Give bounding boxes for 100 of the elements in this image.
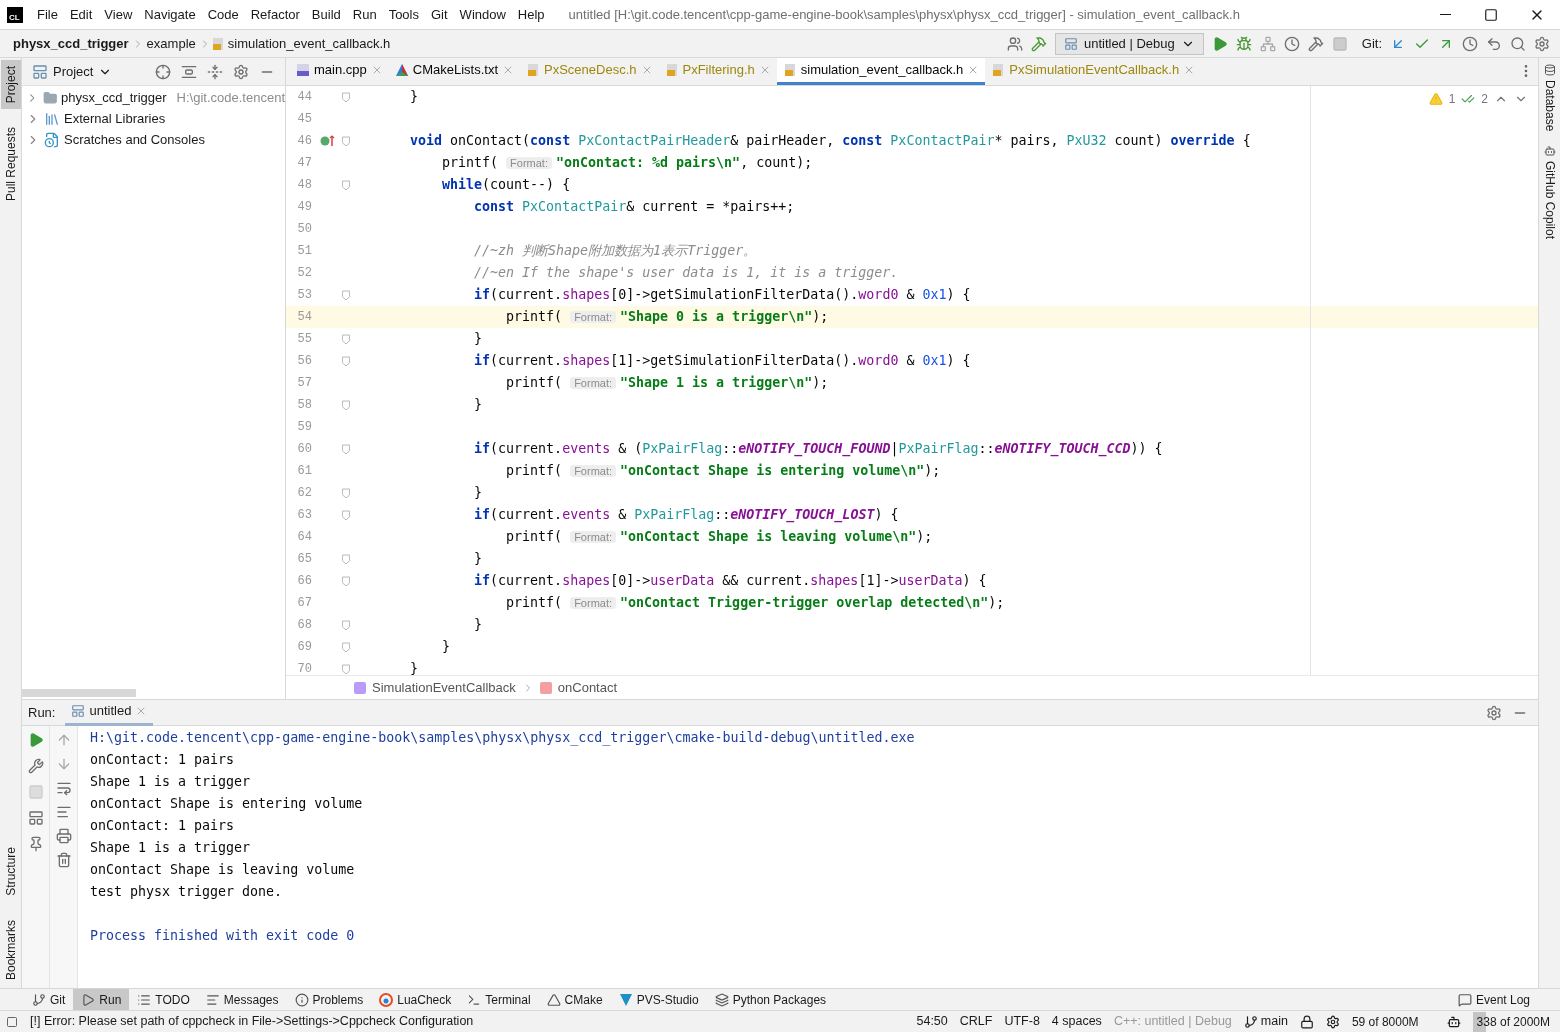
tool-window-button[interactable]: Git	[24, 988, 74, 1011]
fold-icon[interactable]	[342, 641, 350, 653]
list-icon	[137, 992, 152, 1007]
line-separator[interactable]: CRLF	[959, 1012, 993, 1031]
menu-item[interactable]: Run	[346, 4, 383, 25]
fold-icon[interactable]	[342, 575, 350, 587]
users-icon[interactable]	[1006, 35, 1023, 52]
fold-icon[interactable]	[342, 91, 350, 103]
tool-window-button[interactable]: LuaCheck	[371, 988, 460, 1011]
tool-window-button[interactable]: Run	[73, 988, 130, 1011]
breadcrumb[interactable]: physx_ccd_trigger	[10, 33, 132, 54]
fold-icon[interactable]	[342, 619, 350, 631]
rollback-icon[interactable]	[1486, 35, 1502, 52]
fold-icon[interactable]	[342, 487, 350, 499]
caret-position[interactable]: 54:50	[916, 1012, 948, 1031]
editor-tab[interactable]: simulation_event_callback.h	[776, 58, 986, 85]
menu-item[interactable]: Edit	[63, 4, 99, 25]
fold-icon[interactable]	[342, 663, 350, 675]
code-text: if(current.events & PxPairFlag::eNOTIFY_TOUCH_LOST) {	[473, 506, 899, 525]
print-icon[interactable]	[55, 828, 72, 844]
settings-icon[interactable]	[1486, 704, 1502, 721]
tool-window-button[interactable]: PVS-Studio	[610, 988, 707, 1011]
tool-window-button[interactable]: CMake	[538, 988, 611, 1011]
tree-item[interactable]: Scratches and Consoles	[22, 129, 285, 150]
editor-tab[interactable]: main.cpp	[290, 58, 389, 85]
code-text: }	[473, 330, 483, 349]
fold-icon[interactable]	[342, 289, 350, 301]
search-icon[interactable]	[1510, 35, 1526, 52]
menu-item[interactable]: View	[98, 4, 139, 25]
tool-window-button[interactable]: TODO	[129, 988, 198, 1011]
git-branch[interactable]: main	[1260, 1012, 1288, 1031]
close-icon[interactable]	[502, 64, 514, 76]
code-breadcrumb[interactable]: onContact	[557, 677, 618, 698]
debug-icon[interactable]	[1235, 35, 1252, 52]
fold-icon[interactable]	[342, 135, 350, 147]
breadcrumb[interactable]: example	[143, 33, 199, 54]
menu-item[interactable]: Window	[453, 4, 512, 25]
fold-icon[interactable]	[342, 179, 350, 191]
tool-window-button[interactable]: Terminal	[459, 988, 539, 1011]
run-tab[interactable]: untitled	[65, 699, 154, 726]
menu-item[interactable]: Navigate	[138, 4, 202, 25]
override-icon[interactable]	[319, 134, 335, 148]
settings-icon[interactable]	[233, 63, 249, 80]
indent-setting[interactable]: 4 spaces	[1051, 1012, 1102, 1031]
run-config-dropdown[interactable]: untitled | Debug	[1054, 32, 1204, 55]
event-log-button[interactable]: Event Log	[1451, 990, 1536, 1009]
menu-item[interactable]: Code	[201, 4, 245, 25]
fold-icon[interactable]	[342, 509, 350, 521]
tool-window-tab[interactable]: Project	[0, 60, 21, 110]
tool-window-tab[interactable]: Bookmarks	[0, 913, 21, 986]
fold-icon[interactable]	[342, 553, 350, 565]
menu-item[interactable]: File	[31, 4, 64, 25]
menu-item[interactable]: Tools	[382, 4, 425, 25]
copilot-icon[interactable]	[1446, 1014, 1461, 1029]
expand-all-icon[interactable]	[181, 63, 197, 80]
menu-item[interactable]: Build	[305, 4, 347, 25]
menu-item[interactable]: Refactor	[244, 4, 306, 25]
code-text: printf( Format: "onContact Trigger-trigger overlap detected\n");	[505, 594, 1005, 613]
fold-icon[interactable]	[342, 399, 350, 411]
tool-window-tab[interactable]: Structure	[0, 841, 21, 902]
line-number: 55	[296, 331, 312, 348]
path-hint: H:\git.code.tencent	[176, 88, 285, 107]
settings-icon[interactable]	[1534, 35, 1550, 52]
tree-item[interactable]: External Libraries	[22, 108, 285, 129]
locate-icon[interactable]	[155, 63, 171, 80]
menu-item[interactable]: Git	[425, 4, 454, 25]
soft-wrap-icon[interactable]	[55, 780, 72, 796]
history-icon[interactable]	[1462, 35, 1478, 52]
line-number: 50	[296, 221, 312, 238]
line-number: 68	[296, 617, 312, 634]
fold-icon[interactable]	[342, 443, 350, 455]
trash-icon[interactable]	[55, 852, 72, 868]
editor-tab[interactable]: CMakeLists.txt	[388, 58, 520, 85]
fold-icon[interactable]	[342, 355, 350, 367]
lock-icon[interactable]	[1299, 1014, 1314, 1029]
memory-usage[interactable]: 59 of 8000M	[1351, 1012, 1419, 1031]
hammer-icon[interactable]	[1030, 35, 1047, 52]
status-message[interactable]: [!] Error: Please set path of cppcheck in File->Settings->Cppcheck Configuration	[30, 1012, 474, 1031]
layout-icon[interactable]	[27, 810, 44, 826]
tool-window-button[interactable]: Problems	[286, 988, 372, 1011]
collapse-all-icon[interactable]	[207, 63, 223, 80]
wrench-icon[interactable]	[27, 758, 44, 774]
breadcrumb[interactable]: simulation_event_callback.h	[224, 33, 394, 54]
memory-indicator[interactable]: 338 of 2000M	[1472, 1011, 1554, 1032]
code-breadcrumb[interactable]: SimulationEventCallback	[372, 677, 516, 698]
stop-icon[interactable]	[1331, 35, 1348, 52]
tool-window-button[interactable]: Python Packages	[706, 988, 835, 1011]
tool-window-tab[interactable]: GitHub Copilot	[1540, 145, 1559, 240]
scrollbar-thumb[interactable]	[22, 689, 136, 697]
file-encoding[interactable]: UTF-8	[1004, 1012, 1040, 1031]
code-text: //~en If the shape's user data is 1, it is a trigger.	[473, 264, 899, 283]
tree-item[interactable]: physx_ccd_trigger H:\git.code.tencent	[22, 87, 285, 108]
toggle-panel-icon[interactable]	[6, 1015, 18, 1028]
tool-window-tab[interactable]: Pull Requests	[0, 121, 21, 208]
line-number: 51	[296, 243, 312, 260]
menu-item[interactable]: Help	[511, 4, 551, 25]
tool-window-tab[interactable]: Database	[1540, 64, 1559, 132]
tool-window-button[interactable]: Messages	[197, 988, 287, 1011]
fold-icon[interactable]	[342, 333, 350, 345]
line-number: 53	[296, 287, 312, 304]
